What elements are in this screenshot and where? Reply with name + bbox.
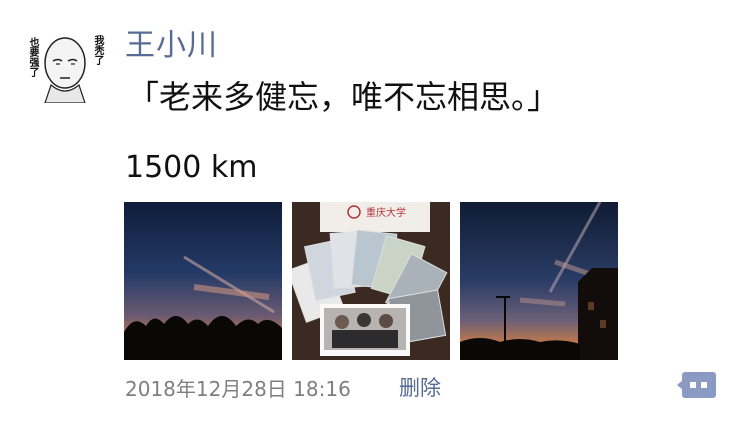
delete-link[interactable]: 删除 xyxy=(399,372,441,402)
dusk-sky-photo-2 xyxy=(460,202,618,360)
user-name-link[interactable]: 王小川 xyxy=(125,20,218,64)
photo-thumbnail-2[interactable]: 重庆大学 xyxy=(292,202,450,360)
post-text: 「老来多健忘，唯不忘相思。」 xyxy=(127,78,560,116)
more-dots-icon xyxy=(701,382,707,388)
more-dots-icon xyxy=(690,382,696,388)
avatar[interactable]: 也要强了 我秃了 xyxy=(25,23,105,103)
avatar-left-text: 也要强了 xyxy=(27,37,38,77)
avatar-right-text: 我秃了 xyxy=(92,35,103,65)
svg-text:重庆大学: 重庆大学 xyxy=(366,206,406,219)
dusk-sky-photo-1 xyxy=(124,202,282,360)
photo-thumbnail-1[interactable] xyxy=(124,202,282,360)
photo-thumbnail-3[interactable] xyxy=(460,202,618,360)
instant-photos-photo: 重庆大学 xyxy=(292,202,450,360)
comment-like-menu-button[interactable] xyxy=(677,372,716,398)
post-timestamp: 2018年12月28日 18:16 xyxy=(125,377,351,401)
post-distance: 1500 km xyxy=(125,150,258,185)
